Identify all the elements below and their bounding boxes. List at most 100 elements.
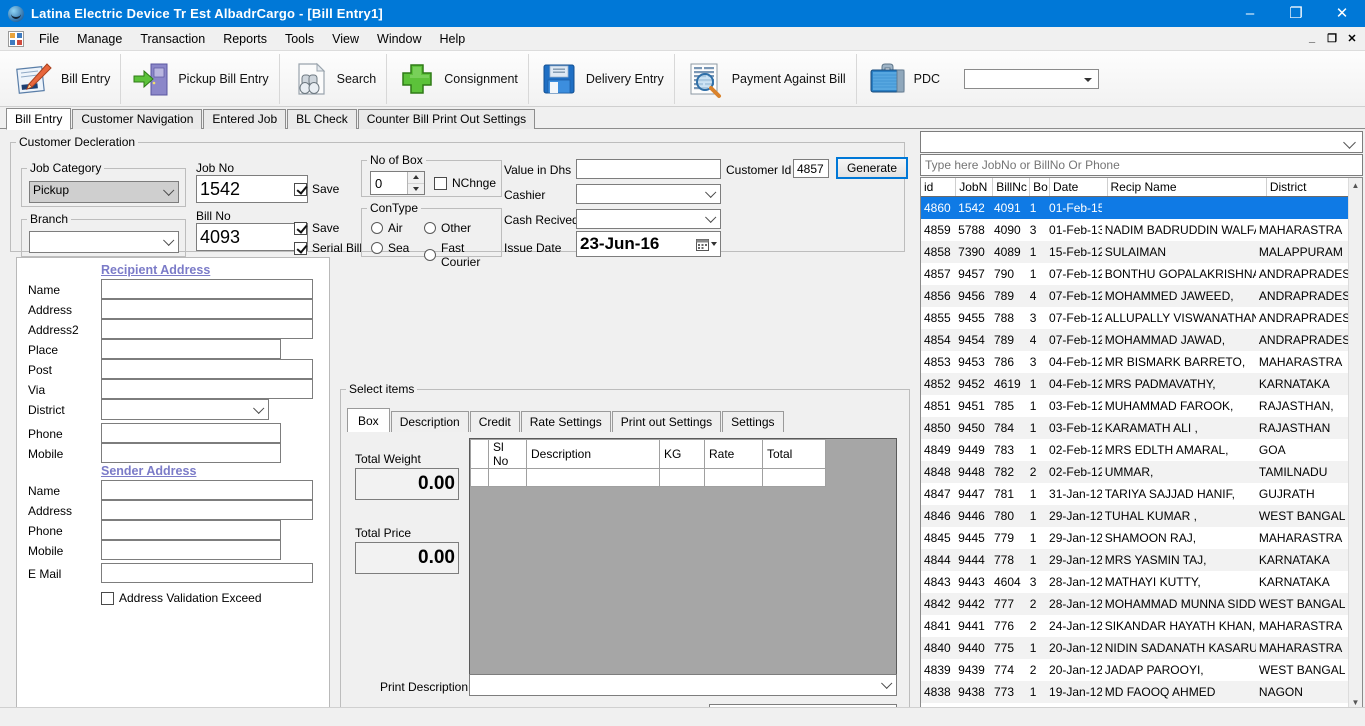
table-row[interactable]: 48579457790107-Feb-12BONTHU GOPALAKRISHN…	[921, 263, 1348, 285]
grid-col-jobno[interactable]: JobN	[956, 178, 993, 196]
items-grid-row[interactable]	[471, 469, 826, 487]
subtab-settings[interactable]: Settings	[722, 411, 783, 432]
date-dropdown-arrow[interactable]	[711, 242, 717, 246]
menu-window[interactable]: Window	[368, 29, 430, 49]
items-cell-rate[interactable]	[705, 469, 763, 487]
contype-option-fast-courier[interactable]: Fast Courier	[424, 241, 501, 269]
window-close-button[interactable]: ✕	[1319, 0, 1365, 27]
window-minimize-button[interactable]: –	[1227, 0, 1273, 27]
table-row[interactable]: 48459445779129-Jan-12SHAMOON RAJ,MAHARAS…	[921, 527, 1348, 549]
calendar-icon[interactable]	[696, 238, 717, 251]
menu-transaction[interactable]: Transaction	[131, 29, 214, 49]
grid-col-recip-name[interactable]: Recip Name	[1108, 178, 1267, 196]
bill-grid-rows[interactable]: 486015424091101-Feb-15485957884090301-Fe…	[921, 197, 1348, 709]
job-no-save-checkbox[interactable]: Save	[294, 182, 339, 196]
no-of-box-spin-up[interactable]	[408, 172, 424, 184]
tab-customer-navigation[interactable]: Customer Navigation	[72, 109, 202, 129]
table-row[interactable]: 48569456789407-Feb-12MOHAMMED JAWEED,AND…	[921, 285, 1348, 307]
scroll-up-arrow-icon[interactable]: ▲	[1349, 178, 1362, 192]
menu-file[interactable]: File	[30, 29, 68, 49]
toolbar-payment-against-bill[interactable]: Payment Against Bill	[675, 54, 857, 104]
sender-name-input[interactable]	[101, 480, 313, 500]
toolbar-bill-entry[interactable]: Bill Entry	[4, 54, 121, 104]
customer-id-input[interactable]	[793, 159, 829, 178]
items-cell-total[interactable]	[763, 469, 826, 487]
table-row[interactable]: 48409440775120-Jan-12NIDIN SADANATH KASA…	[921, 637, 1348, 659]
table-row[interactable]: 48449444778129-Jan-12MRS YASMIN TAJ,KARN…	[921, 549, 1348, 571]
table-row[interactable]: 485957884090301-Feb-13NADIM BADRUDDIN WA…	[921, 219, 1348, 241]
serial-bill-checkbox[interactable]: Serial Bill	[294, 241, 362, 255]
issue-date-picker[interactable]: 23-Jun-16	[576, 231, 721, 257]
table-row[interactable]: 48499449783102-Feb-12MRS EDLTH AMARAL,GO…	[921, 439, 1348, 461]
grid-vertical-scrollbar[interactable]: ▲ ▼	[1348, 178, 1362, 709]
recipient-address2-input[interactable]	[101, 319, 313, 339]
contype-option-sea[interactable]: Sea	[371, 241, 409, 255]
tab-bill-entry[interactable]: Bill Entry	[6, 108, 71, 130]
subtab-credit[interactable]: Credit	[470, 411, 520, 432]
recipient-post-input[interactable]	[101, 359, 313, 379]
mdi-minimize-button[interactable]: _	[1303, 29, 1321, 47]
toolbar-pickup-bill-entry[interactable]: Pickup Bill Entry	[121, 54, 279, 104]
table-row[interactable]: 48519451785103-Feb-12MUHAMMAD FAROOK,RAJ…	[921, 395, 1348, 417]
table-row[interactable]: 48419441776224-Jan-12SIKANDAR HAYATH KHA…	[921, 615, 1348, 637]
recipient-address-input[interactable]	[101, 299, 313, 319]
filter-combo[interactable]	[920, 131, 1363, 153]
table-row[interactable]: 48399439774220-Jan-12JADAP PAROOYI,WEST …	[921, 659, 1348, 681]
menu-manage[interactable]: Manage	[68, 29, 131, 49]
table-row[interactable]: 48559455788307-Feb-12ALLUPALLY VISWANATH…	[921, 307, 1348, 329]
grid-col-billno[interactable]: BillNc	[993, 178, 1030, 196]
items-cell-slno[interactable]	[489, 469, 527, 487]
toolbar-pdc[interactable]: PDC	[857, 54, 950, 104]
sender-address-input[interactable]	[101, 500, 313, 520]
table-row[interactable]: 48509450784103-Feb-12KARAMATH ALI ,RAJAS…	[921, 417, 1348, 439]
menu-view[interactable]: View	[323, 29, 368, 49]
items-col-kg[interactable]: KG	[660, 440, 705, 469]
items-col-rate[interactable]: Rate	[705, 440, 763, 469]
tab-bl-check[interactable]: BL Check	[287, 109, 357, 129]
recipient-mobile-input[interactable]	[101, 443, 281, 463]
bill-data-grid[interactable]: id JobN BillNc Bo Date Recip Name Distri…	[920, 177, 1363, 724]
search-input[interactable]	[920, 154, 1363, 176]
items-col-total[interactable]: Total	[763, 440, 826, 469]
table-row[interactable]: 48549454789407-Feb-12MOHAMMAD JAWAD,ANDR…	[921, 329, 1348, 351]
mdi-restore-button[interactable]: ❐	[1323, 29, 1341, 47]
no-of-box-stepper[interactable]: 0	[370, 171, 425, 195]
tab-entered-job[interactable]: Entered Job	[203, 109, 286, 129]
tab-counter-bill-print-out-settings[interactable]: Counter Bill Print Out Settings	[358, 109, 535, 129]
print-description-combo[interactable]	[469, 674, 897, 696]
items-cell-kg[interactable]	[660, 469, 705, 487]
toolbar-search[interactable]: Search	[280, 54, 388, 104]
mdi-close-button[interactable]: ✕	[1343, 29, 1361, 47]
cashier-combo[interactable]	[576, 184, 721, 204]
contype-option-air[interactable]: Air	[371, 221, 403, 235]
subtab-rate-settings[interactable]: Rate Settings	[521, 411, 611, 432]
items-grid[interactable]: Sl No Description KG Rate Total	[469, 438, 897, 686]
sender-email-input[interactable]	[101, 563, 313, 583]
items-cell-description[interactable]	[527, 469, 660, 487]
grid-col-box[interactable]: Bo	[1030, 178, 1050, 196]
value-in-dhs-input[interactable]	[576, 159, 721, 179]
subtab-print-out-settings[interactable]: Print out Settings	[612, 411, 721, 432]
generate-button[interactable]: Generate	[836, 157, 908, 179]
table-row[interactable]: 48479447781131-Jan-12TARIYA SAJJAD HANIF…	[921, 483, 1348, 505]
address-validation-exceed-checkbox[interactable]: Address Validation Exceed	[101, 591, 262, 605]
recipient-via-input[interactable]	[101, 379, 313, 399]
branch-combo[interactable]	[29, 231, 179, 253]
items-cell-selector[interactable]	[471, 469, 489, 487]
bill-no-save-checkbox[interactable]: Save	[294, 221, 339, 235]
pdc-combo[interactable]	[964, 69, 1099, 89]
recipient-name-input[interactable]	[101, 279, 313, 299]
contype-option-other[interactable]: Other	[424, 221, 471, 235]
menu-reports[interactable]: Reports	[214, 29, 276, 49]
no-of-box-spin-buttons[interactable]	[407, 172, 424, 194]
items-col-selector[interactable]	[471, 440, 489, 469]
cash-recived-combo[interactable]	[576, 209, 721, 229]
table-row[interactable]: 48389438773119-Jan-12MD FAOOQ AHMEDNAGON	[921, 681, 1348, 703]
toolbar-delivery-entry[interactable]: Delivery Entry	[529, 54, 675, 104]
table-row[interactable]: 48539453786304-Feb-12MR BISMARK BARRETO,…	[921, 351, 1348, 373]
job-no-input[interactable]	[196, 175, 308, 203]
recipient-place-input[interactable]	[101, 339, 281, 359]
sender-mobile-input[interactable]	[101, 540, 281, 560]
table-row[interactable]: 484394434604328-Jan-12MATHAYI KUTTY,KARN…	[921, 571, 1348, 593]
no-of-box-spin-down[interactable]	[408, 184, 424, 195]
